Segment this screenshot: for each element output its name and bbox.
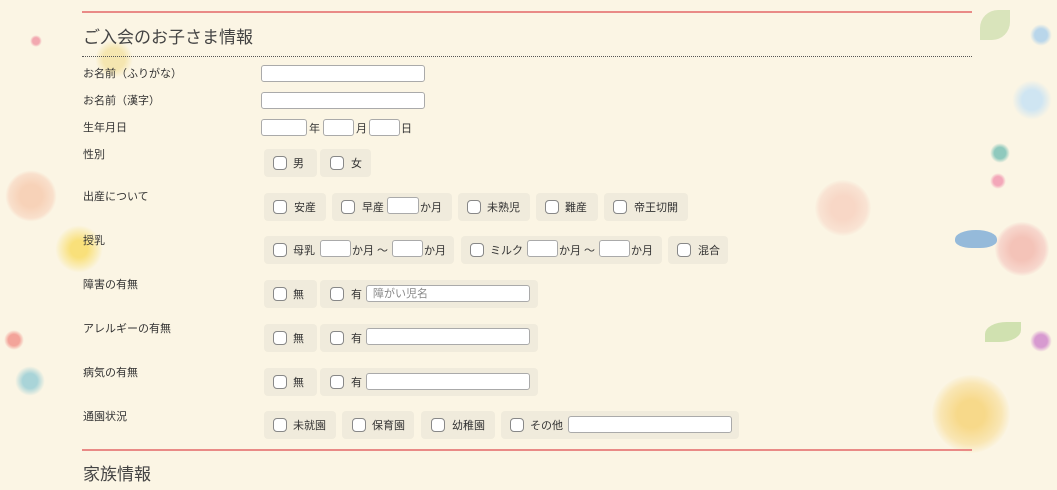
birth-premature-label: 早産 (362, 201, 384, 214)
school-other-checkbox[interactable] (510, 418, 524, 432)
school-other-label: その他 (530, 419, 563, 432)
illness-detail-input[interactable] (366, 373, 530, 390)
flower-decoration (4, 330, 24, 350)
flower-decoration (932, 375, 1010, 453)
breast-to-unit: か月 (424, 244, 446, 257)
bird-decoration (955, 230, 997, 248)
allergy-yes-checkbox[interactable] (330, 331, 344, 345)
disability-none-checkbox[interactable] (273, 287, 287, 301)
premature-months-input[interactable] (387, 197, 419, 214)
allergy-detail-input[interactable] (366, 328, 530, 345)
school-kindergarten-label: 幼稚園 (452, 419, 485, 432)
breast-from-unit: か月 (352, 244, 374, 257)
flower-decoration (30, 35, 42, 47)
school-kindergarten-checkbox[interactable] (431, 418, 445, 432)
illness-none-label: 無 (293, 376, 304, 389)
birth-day-input[interactable] (369, 119, 400, 136)
feeding-milk-checkbox[interactable] (470, 243, 484, 257)
feeding-mixed-label: 混合 (698, 244, 720, 257)
section-divider (82, 11, 972, 13)
birth-month-input[interactable] (323, 119, 354, 136)
section-title-underline (82, 56, 972, 57)
flower-decoration (1030, 330, 1052, 352)
disability-option-none[interactable] (264, 280, 317, 308)
flower-decoration (990, 173, 1006, 189)
birth-difficult-checkbox[interactable] (545, 200, 559, 214)
birth-difficult-label: 難産 (565, 201, 587, 214)
gender-female-label: 女 (351, 157, 362, 170)
illness-label: 病気の有無 (83, 366, 138, 379)
flower-decoration (5, 170, 57, 222)
disability-name-input[interactable] (366, 285, 530, 302)
flower-decoration (990, 143, 1010, 163)
day-suffix: 日 (401, 122, 412, 135)
school-other-input[interactable] (568, 416, 732, 433)
name-kana-label: お名前（ふりがな） (83, 67, 182, 80)
flower-decoration (1030, 24, 1052, 46)
birth-easy-label: 安産 (294, 201, 316, 214)
illness-yes-label: 有 (351, 376, 362, 389)
year-suffix: 年 (309, 122, 320, 135)
milk-to-unit: か月 (631, 244, 653, 257)
school-none-checkbox[interactable] (273, 418, 287, 432)
breast-from-input[interactable] (320, 240, 351, 257)
school-none-label: 未就園 (293, 419, 326, 432)
school-nursery-checkbox[interactable] (352, 418, 366, 432)
allergy-label: アレルギーの有無 (83, 322, 171, 335)
allergy-option-none[interactable] (264, 324, 317, 352)
disability-none-label: 無 (293, 288, 304, 301)
birth-immature-label: 未熟児 (487, 201, 520, 214)
flower-decoration (15, 366, 45, 396)
birth-immature-checkbox[interactable] (467, 200, 481, 214)
birth-label: 出産について (83, 190, 149, 203)
birthdate-label: 生年月日 (83, 121, 127, 134)
disability-yes-label: 有 (351, 288, 362, 301)
milk-from-unit: か月 (559, 244, 581, 257)
birth-cesarean-label: 帝王切開 (634, 201, 678, 214)
flower-decoration (995, 222, 1049, 276)
feeding-breast-checkbox[interactable] (273, 243, 287, 257)
milk-range-tilde: 〜 (584, 244, 595, 257)
feeding-label: 授乳 (83, 234, 105, 247)
flower-decoration (1012, 80, 1052, 120)
flower-decoration (815, 180, 871, 236)
disability-yes-checkbox[interactable] (330, 287, 344, 301)
name-kanji-input[interactable] (261, 92, 425, 109)
section-title-child-info: ご入会のお子さま情報 (83, 28, 253, 48)
milk-from-input[interactable] (527, 240, 558, 257)
feeding-mixed-checkbox[interactable] (677, 243, 691, 257)
name-kana-input[interactable] (261, 65, 425, 82)
illness-yes-checkbox[interactable] (330, 375, 344, 389)
gender-option-male[interactable] (264, 149, 317, 177)
premature-months-unit: か月 (420, 201, 442, 214)
milk-to-input[interactable] (599, 240, 630, 257)
allergy-yes-label: 有 (351, 332, 362, 345)
illness-option-none[interactable] (264, 368, 317, 396)
gender-male-checkbox[interactable] (273, 156, 287, 170)
leaf-decoration (980, 10, 1010, 40)
section-title-family-info: 家族情報 (83, 465, 151, 485)
section-divider (82, 449, 972, 451)
birth-year-input[interactable] (261, 119, 307, 136)
school-nursery-label: 保育園 (372, 419, 405, 432)
gender-female-checkbox[interactable] (330, 156, 344, 170)
gender-label: 性別 (83, 148, 105, 161)
gender-option-female[interactable] (320, 149, 371, 177)
allergy-none-checkbox[interactable] (273, 331, 287, 345)
birth-easy-checkbox[interactable] (273, 200, 287, 214)
birth-premature-checkbox[interactable] (341, 200, 355, 214)
breast-to-input[interactable] (392, 240, 423, 257)
disability-label: 障害の有無 (83, 278, 138, 291)
name-kanji-label: お名前（漢字） (83, 94, 160, 107)
feeding-milk-label: ミルク (490, 244, 523, 257)
school-label: 通園状況 (83, 410, 127, 423)
month-suffix: 月 (356, 122, 367, 135)
allergy-none-label: 無 (293, 332, 304, 345)
birth-cesarean-checkbox[interactable] (613, 200, 627, 214)
gender-male-label: 男 (293, 157, 304, 170)
leaf-decoration (985, 322, 1021, 342)
breast-range-tilde: 〜 (377, 244, 388, 257)
illness-none-checkbox[interactable] (273, 375, 287, 389)
feeding-breast-label: 母乳 (293, 244, 315, 257)
